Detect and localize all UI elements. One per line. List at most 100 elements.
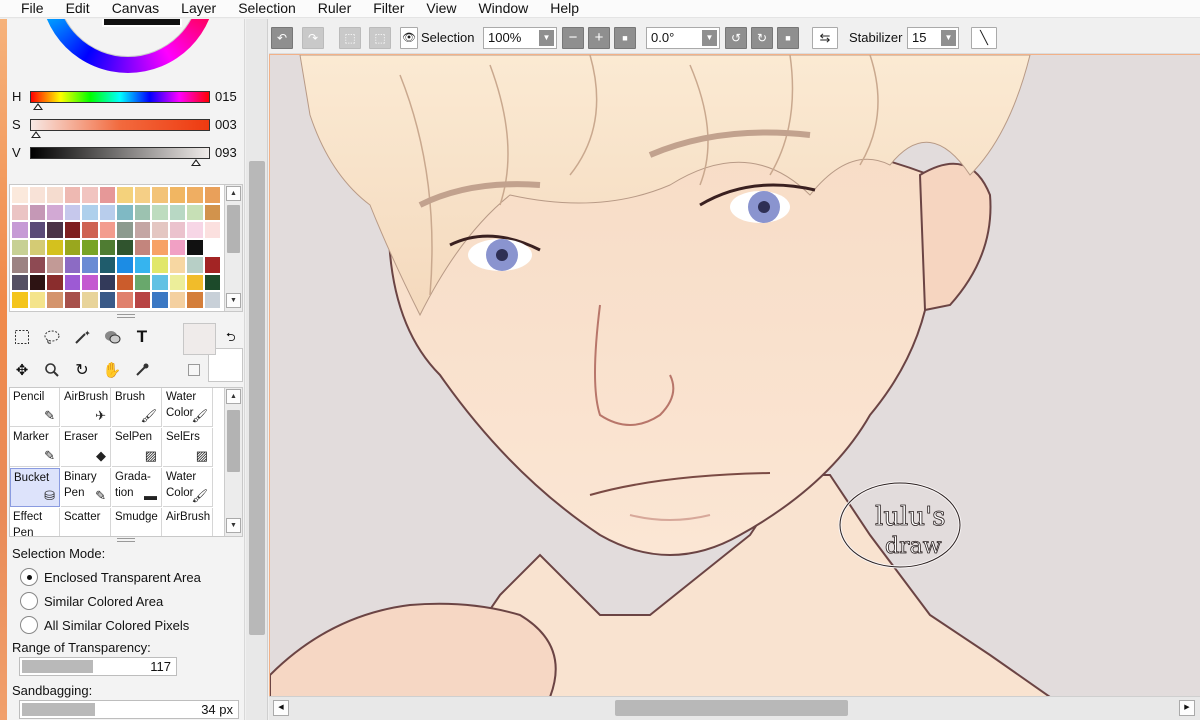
eyedropper-icon[interactable] [128, 356, 156, 384]
color-swatch[interactable] [28, 186, 46, 204]
color-swatch[interactable] [133, 256, 151, 274]
color-swatch[interactable] [186, 291, 204, 309]
radio-button[interactable] [20, 592, 38, 610]
rotate-ccw-icon[interactable]: ↺ [725, 27, 747, 49]
radio-all-similar-pixels[interactable]: All Similar Colored Pixels [20, 615, 189, 635]
invert-selection-icon[interactable]: ⬚ [369, 27, 391, 49]
color-swatch[interactable] [63, 256, 81, 274]
brush-binary-pen[interactable]: Binary Pen ✎ [61, 468, 111, 507]
color-swatch[interactable] [46, 238, 64, 256]
color-swatch[interactable] [168, 238, 186, 256]
panel-scrollbar[interactable] [246, 19, 268, 720]
color-swatch[interactable] [186, 256, 204, 274]
scroll-down-icon[interactable]: ▼ [226, 293, 241, 308]
color-swatch[interactable] [46, 203, 64, 221]
scroll-left-icon[interactable]: ◀ [273, 700, 289, 716]
rect-select-icon[interactable] [8, 323, 36, 351]
color-swatch[interactable] [81, 221, 99, 239]
radio-button[interactable] [20, 568, 38, 586]
panel-scroll-thumb[interactable] [249, 161, 265, 635]
brush-scatter[interactable]: Scatter [61, 508, 111, 536]
brush-selpen[interactable]: SelPen ▨ [112, 428, 162, 467]
rotation-select[interactable]: 0.0° ▼ [646, 27, 720, 49]
color-swatch[interactable] [133, 273, 151, 291]
lasso-icon[interactable] [38, 323, 66, 351]
text-tool-icon[interactable]: T [128, 323, 156, 351]
rotate-cw-icon[interactable]: ↻ [751, 27, 773, 49]
color-swatch[interactable] [116, 291, 134, 309]
color-swatch[interactable] [203, 203, 221, 221]
color-swatch[interactable] [28, 238, 46, 256]
color-swatch[interactable] [11, 203, 29, 221]
color-swatch[interactable] [11, 273, 29, 291]
color-swatch[interactable] [133, 291, 151, 309]
color-swatch[interactable] [203, 238, 221, 256]
color-swatch[interactable] [63, 273, 81, 291]
color-swatch[interactable] [28, 273, 46, 291]
color-swatch[interactable] [98, 256, 116, 274]
color-swatch[interactable] [116, 256, 134, 274]
transparency-range-slider[interactable]: 117 [19, 657, 177, 676]
foreground-color[interactable] [183, 323, 216, 355]
brush-scroll-thumb[interactable] [227, 410, 240, 472]
menu-help[interactable]: Help [539, 0, 590, 18]
flip-horizontal-icon[interactable]: ⇆ [812, 27, 838, 49]
color-swatch[interactable] [151, 203, 169, 221]
swap-colors-icon[interactable]: ⮌ [226, 328, 236, 349]
panel-resize-grip[interactable] [117, 314, 135, 318]
chevron-down-icon[interactable]: ▼ [539, 30, 554, 46]
saturation-slider[interactable] [30, 119, 210, 131]
magic-wand-icon[interactable]: ✦ [68, 323, 96, 351]
color-swatch[interactable] [116, 186, 134, 204]
color-swatch[interactable] [186, 238, 204, 256]
color-swatch[interactable] [116, 238, 134, 256]
color-swatch[interactable] [81, 273, 99, 291]
brush-scrollbar[interactable]: ▲ ▼ [224, 388, 242, 536]
color-swatch[interactable] [116, 273, 134, 291]
brush-panel-grip[interactable] [117, 538, 135, 542]
scroll-up-icon[interactable]: ▲ [226, 186, 241, 201]
radio-enclosed-transparent[interactable]: Enclosed Transparent Area [20, 567, 201, 587]
hue-marker[interactable] [33, 103, 43, 110]
transparent-color-icon[interactable] [188, 364, 200, 376]
color-swatch[interactable] [151, 238, 169, 256]
color-swatch[interactable] [186, 221, 204, 239]
zoom-in-icon[interactable]: + [588, 27, 610, 49]
color-swatch[interactable] [133, 186, 151, 204]
move-icon[interactable]: ✥ [8, 356, 36, 384]
color-swatch[interactable] [203, 221, 221, 239]
color-swatch[interactable] [46, 221, 64, 239]
color-swatch[interactable] [63, 291, 81, 309]
swatch-scroll-thumb[interactable] [227, 205, 240, 253]
swatch-scrollbar[interactable]: ▲ ▼ [224, 185, 242, 311]
color-swatch[interactable] [98, 273, 116, 291]
radio-button[interactable] [20, 616, 38, 634]
color-swatch[interactable] [46, 291, 64, 309]
color-swatch[interactable] [28, 203, 46, 221]
color-swatch[interactable] [168, 203, 186, 221]
reset-zoom-icon[interactable]: ■ [614, 27, 636, 49]
color-swatch[interactable] [151, 273, 169, 291]
saturation-marker[interactable] [31, 131, 41, 138]
redo-icon[interactable]: ↷ [302, 27, 324, 49]
color-swatch[interactable] [98, 238, 116, 256]
brush-water-color[interactable]: Water Color 🖌 [163, 388, 213, 427]
brush-smudge[interactable]: Smudge [112, 508, 162, 536]
color-swatch[interactable] [98, 221, 116, 239]
brush-grada-tion[interactable]: Grada- tion ▬ [112, 468, 162, 507]
color-swatch[interactable] [151, 291, 169, 309]
color-swatch[interactable] [116, 221, 134, 239]
reset-rotation-icon[interactable]: ■ [777, 27, 799, 49]
color-swatch[interactable] [203, 291, 221, 309]
color-swatch[interactable] [11, 291, 29, 309]
deselect-icon[interactable]: ⬚ [339, 27, 361, 49]
brush-scroll-up-icon[interactable]: ▲ [226, 389, 241, 404]
color-swatch[interactable] [46, 256, 64, 274]
color-swatch[interactable] [168, 221, 186, 239]
color-swatch[interactable] [168, 273, 186, 291]
menu-edit[interactable]: Edit [55, 0, 101, 18]
select-pen-icon[interactable] [98, 323, 126, 351]
color-swatch[interactable] [151, 186, 169, 204]
brush-scroll-down-icon[interactable]: ▼ [226, 518, 241, 533]
color-swatch[interactable] [203, 256, 221, 274]
